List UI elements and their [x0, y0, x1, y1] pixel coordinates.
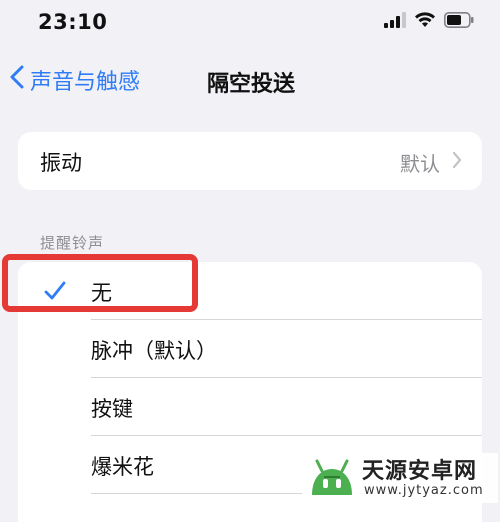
watermark-title: 天源安卓网	[362, 459, 478, 484]
watermark-url: www.jytyaz.com	[364, 483, 484, 498]
chevron-right-icon	[452, 151, 462, 173]
back-button-label: 声音与触感	[30, 70, 141, 95]
status-icons	[384, 12, 474, 32]
android-logo-icon	[306, 455, 358, 505]
section-header-alert-tones: 提醒铃声	[40, 234, 105, 252]
vibration-label: 振动	[40, 151, 82, 175]
back-button[interactable]: 声音与触感	[10, 64, 140, 96]
tone-label: 无	[91, 281, 112, 305]
tone-row-keys[interactable]: 按键	[18, 378, 482, 436]
site-watermark: 天源安卓网 www.jytyaz.com	[302, 453, 498, 503]
vibration-row[interactable]: 振动 默认	[18, 132, 482, 190]
tone-row-pulse[interactable]: 脉冲（默认）	[18, 320, 482, 378]
cellular-signal-icon	[384, 12, 406, 32]
navigation-bar: 声音与触感 隔空投送	[0, 56, 500, 104]
battery-icon	[444, 12, 474, 32]
status-time: 23:10	[38, 10, 108, 34]
wifi-icon	[414, 12, 436, 32]
page-title: 隔空投送	[207, 72, 296, 97]
vibration-value: 默认	[400, 152, 440, 176]
tone-label: 爆米花	[91, 455, 154, 479]
tone-label: 脉冲（默认）	[91, 339, 217, 363]
tone-label: 按键	[91, 397, 133, 421]
checkmark-icon	[44, 281, 66, 305]
tone-row-none[interactable]: 无	[18, 262, 482, 320]
chevron-left-icon	[10, 65, 24, 95]
status-bar: 23:10	[0, 0, 500, 44]
